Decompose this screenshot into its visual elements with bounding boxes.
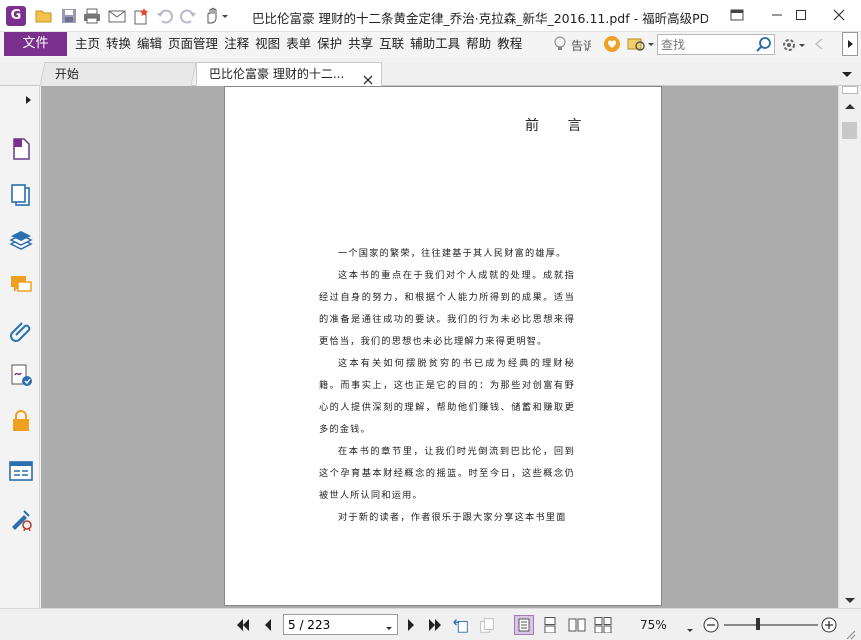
zoom-dropdown-icon[interactable] bbox=[686, 623, 694, 637]
menu-convert[interactable]: 转换 bbox=[103, 32, 134, 56]
new-icon[interactable] bbox=[132, 7, 150, 25]
menu-share[interactable]: 共享 bbox=[345, 32, 376, 56]
layers-icon[interactable] bbox=[8, 228, 34, 254]
search-icon[interactable] bbox=[756, 36, 772, 56]
page-number-input[interactable] bbox=[288, 617, 378, 632]
undo-icon[interactable] bbox=[156, 7, 174, 25]
menu-items: 主页 转换 编辑 页面管理 注释 视图 表单 保护 共享 互联 辅助工具 帮助 … bbox=[72, 32, 525, 56]
hand-tool-icon[interactable] bbox=[204, 7, 230, 25]
tell-me-label: 告诉 bbox=[571, 39, 591, 53]
vertical-scrollbar[interactable] bbox=[838, 86, 861, 608]
like-icon[interactable] bbox=[603, 35, 621, 56]
page-dropdown-icon[interactable] bbox=[385, 621, 393, 635]
tab-bar: 开始 巴比伦富豪 理财的十二... bbox=[0, 58, 861, 86]
next-page-icon[interactable] bbox=[402, 616, 420, 634]
title-bar: G 巴比伦富豪 理财的十二条黄金定律_乔治·克拉森_新华_2016.11.pdf… bbox=[0, 0, 861, 32]
scroll-up-icon[interactable] bbox=[844, 99, 856, 113]
maximize-button[interactable] bbox=[780, 0, 822, 30]
page-number-box bbox=[283, 614, 398, 635]
first-page-icon[interactable] bbox=[234, 616, 252, 634]
find-options-icon[interactable] bbox=[626, 35, 656, 56]
last-page-icon[interactable] bbox=[426, 616, 444, 634]
tab-start[interactable]: 开始 bbox=[39, 62, 197, 86]
tab-document-label: 巴比伦富豪 理财的十二... bbox=[209, 67, 345, 81]
file-menu[interactable]: 文件 bbox=[4, 32, 67, 56]
page-body: 一个国家的繁荣，往往建基于其人民财富的雄厚。 这本书的重点在于我们对个人成就的处… bbox=[319, 243, 575, 529]
app-logo: G bbox=[6, 6, 26, 26]
menu-page-manage[interactable]: 页面管理 bbox=[165, 32, 221, 56]
zoom-slider[interactable] bbox=[724, 624, 818, 626]
open-icon[interactable] bbox=[35, 7, 53, 25]
close-button[interactable] bbox=[818, 0, 860, 30]
paragraph: 在本书的章节里，让我们时光倒流到巴比伦，回到这个孕育基本财经概念的摇篮。时至今日… bbox=[319, 446, 575, 501]
menu-help[interactable]: 帮助 bbox=[463, 32, 494, 56]
zoom-slider-thumb[interactable] bbox=[756, 618, 760, 630]
paragraph: 这本书的重点在于我们对个人成就的处理。成就指经过自身的努力，和根据个人能力所得到… bbox=[319, 270, 575, 347]
menu-form[interactable]: 表单 bbox=[283, 32, 314, 56]
paragraph: 这本有关如何摆脱贫穷的书已成为经典的理财秘籍。而事实上，这也正是它的目的：为那些… bbox=[319, 358, 575, 435]
next-view-icon[interactable] bbox=[478, 616, 496, 634]
email-icon[interactable] bbox=[108, 7, 126, 25]
menu-view[interactable]: 视图 bbox=[252, 32, 283, 56]
redo-icon[interactable] bbox=[179, 7, 197, 25]
page-heading: 前 言 bbox=[525, 118, 594, 134]
continuous-page-icon[interactable] bbox=[541, 616, 559, 634]
scroll-thumb[interactable] bbox=[842, 122, 857, 139]
resize-grip-icon[interactable] bbox=[846, 629, 856, 640]
certificate-icon[interactable] bbox=[8, 506, 34, 532]
menu-tutorial[interactable]: 教程 bbox=[494, 32, 525, 56]
status-bar: 75% bbox=[0, 608, 861, 640]
pages-icon[interactable] bbox=[8, 136, 34, 162]
tab-document[interactable]: 巴比伦富豪 理财的十二... bbox=[196, 62, 382, 86]
print-icon[interactable] bbox=[83, 7, 101, 25]
menu-comment[interactable]: 注释 bbox=[221, 32, 252, 56]
menu-home[interactable]: 主页 bbox=[72, 32, 103, 56]
search-box bbox=[657, 34, 775, 55]
facing-pages-icon[interactable] bbox=[568, 616, 586, 634]
navigation-panel bbox=[0, 86, 40, 608]
menu-connect[interactable]: 互联 bbox=[376, 32, 407, 56]
ribbon-expand-icon[interactable] bbox=[842, 32, 858, 56]
attachments-icon[interactable] bbox=[8, 318, 34, 344]
restore-ribbon-button[interactable] bbox=[716, 0, 758, 30]
settings-icon[interactable] bbox=[781, 36, 807, 57]
continuous-facing-icon[interactable] bbox=[594, 616, 612, 634]
menu-edit[interactable]: 编辑 bbox=[134, 32, 165, 56]
security-icon[interactable] bbox=[8, 408, 34, 434]
tab-start-label: 开始 bbox=[54, 67, 79, 81]
form-fields-icon[interactable] bbox=[8, 458, 34, 484]
scroll-down-icon[interactable] bbox=[844, 594, 856, 608]
paragraph: 一个国家的繁荣，往往建基于其人民财富的雄厚。 bbox=[338, 248, 567, 259]
menu-bar: 文件 主页 转换 编辑 页面管理 注释 视图 表单 保护 共享 互联 辅助工具 … bbox=[0, 32, 861, 58]
thumbnails-icon[interactable] bbox=[8, 182, 34, 208]
signature-icon[interactable] bbox=[8, 362, 34, 388]
comments-icon[interactable] bbox=[8, 272, 34, 298]
tab-list-icon[interactable] bbox=[841, 68, 853, 82]
expand-panel-icon[interactable] bbox=[25, 94, 33, 108]
document-viewer[interactable]: 前 言 一个国家的繁荣，往往建基于其人民财富的雄厚。 这本书的重点在于我们对个人… bbox=[41, 86, 838, 608]
paragraph: 对于新的读者，作者很乐于跟大家分享这本书里面 bbox=[338, 512, 567, 523]
previous-page-icon[interactable] bbox=[259, 616, 277, 634]
single-page-icon[interactable] bbox=[514, 615, 534, 635]
lightbulb-icon bbox=[553, 36, 567, 55]
zoom-in-icon[interactable] bbox=[820, 616, 838, 634]
window-title: 巴比伦富豪 理财的十二条黄金定律_乔治·克拉森_新华_2016.11.pdf -… bbox=[252, 11, 708, 26]
zoom-value[interactable]: 75% bbox=[640, 618, 667, 632]
tell-me[interactable]: 告诉 bbox=[553, 36, 591, 55]
pdf-page: 前 言 一个国家的繁荣，往往建基于其人民财富的雄厚。 这本书的重点在于我们对个人… bbox=[224, 86, 662, 606]
menu-protect[interactable]: 保护 bbox=[314, 32, 345, 56]
scroll-top-icon[interactable] bbox=[842, 86, 858, 94]
search-input[interactable] bbox=[661, 37, 756, 52]
pdf-reader-window: G 巴比伦富豪 理财的十二条黄金定律_乔治·克拉森_新华_2016.11.pdf… bbox=[0, 0, 861, 640]
nav-back-icon[interactable] bbox=[813, 37, 825, 54]
zoom-out-icon[interactable] bbox=[702, 616, 720, 634]
menu-accessibility[interactable]: 辅助工具 bbox=[407, 32, 463, 56]
save-icon[interactable] bbox=[60, 7, 78, 25]
previous-view-icon[interactable] bbox=[452, 616, 470, 634]
